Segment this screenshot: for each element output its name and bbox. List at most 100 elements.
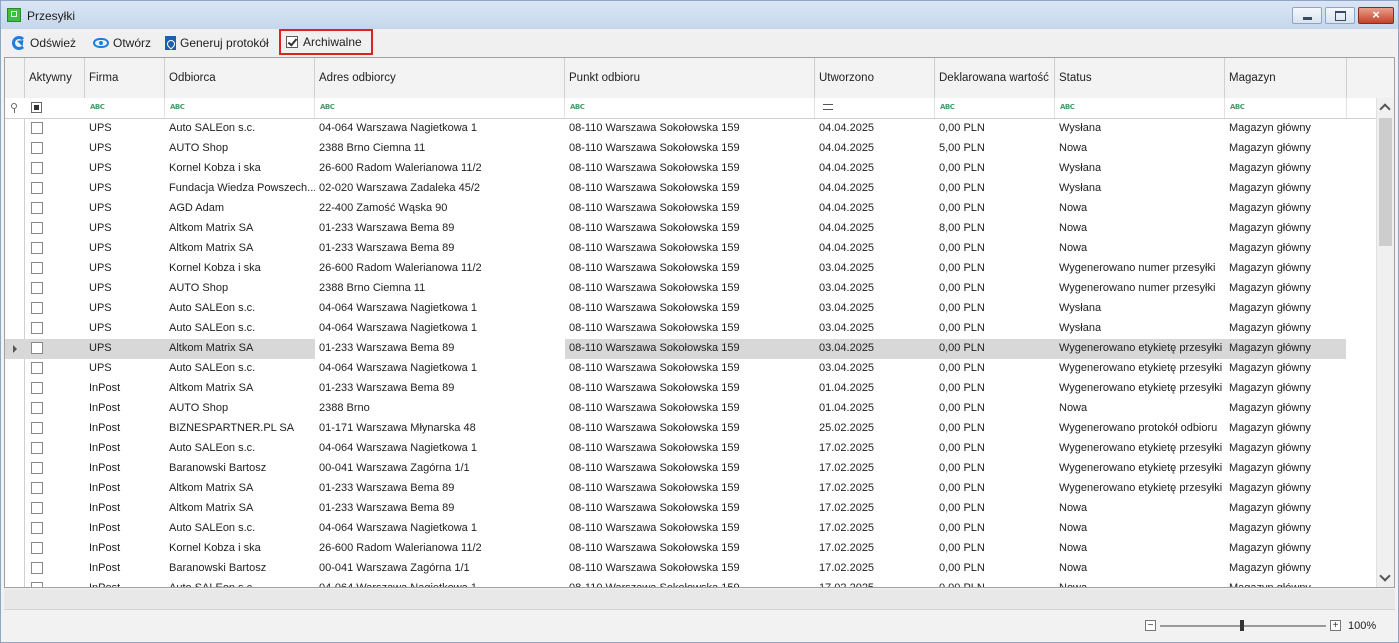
active-checkbox[interactable] (31, 382, 43, 394)
table-row[interactable]: UPS Fundacja Wiedza Powszech... 02-020 War… (5, 179, 1346, 199)
row-indicator-arrow-icon[interactable] (5, 339, 25, 359)
cell-punkt-odbioru[interactable]: 08-110 Warszawa Sokołowska 159 (565, 219, 815, 239)
row-indicator[interactable] (5, 359, 25, 379)
cell-status[interactable]: Wysłana (1055, 299, 1225, 319)
cell-adres-odbiorcy[interactable]: 2388 Brno (315, 399, 565, 419)
cell-deklarowana-wartosc[interactable]: 0,00 PLN (935, 259, 1055, 279)
cell-adres-odbiorcy[interactable]: 04-064 Warszawa Nagietkowa 1 (315, 359, 565, 379)
cell-odbiorca[interactable]: AGD Adam (165, 199, 315, 219)
filter-odbiorca[interactable]: ABC (165, 98, 315, 118)
row-indicator[interactable] (5, 479, 25, 499)
column-header-utworzono[interactable]: Utworzono (815, 58, 935, 98)
row-indicator[interactable] (5, 259, 25, 279)
cell-utworzono[interactable]: 01.04.2025 (815, 379, 935, 399)
active-checkbox[interactable] (31, 442, 43, 454)
pin-icon[interactable] (11, 103, 17, 113)
cell-status[interactable]: Wygenerowano numer przesyłki (1055, 279, 1225, 299)
active-checkbox[interactable] (31, 322, 43, 334)
cell-utworzono[interactable]: 17.02.2025 (815, 479, 935, 499)
cell-punkt-odbioru[interactable]: 08-110 Warszawa Sokołowska 159 (565, 559, 815, 579)
active-checkbox[interactable] (31, 162, 43, 174)
row-indicator[interactable] (5, 199, 25, 219)
cell-status[interactable]: Wygenerowano etykietę przesyłki (1055, 439, 1225, 459)
active-checkbox[interactable] (31, 222, 43, 234)
cell-firma[interactable]: UPS (85, 279, 165, 299)
column-header-adres-odbiorcy[interactable]: Adres odbiorcy (315, 58, 565, 98)
table-row[interactable]: UPS Altkom Matrix SA 01-233 Warszawa Bema … (5, 239, 1346, 259)
cell-firma[interactable]: InPost (85, 439, 165, 459)
scrollbar-thumb[interactable] (1379, 118, 1392, 246)
cell-deklarowana-wartosc[interactable]: 0,00 PLN (935, 179, 1055, 199)
table-row[interactable]: InPost Baranowski Bartosz 00-041 Warszawa … (5, 559, 1346, 579)
table-row[interactable]: InPost BIZNESPARTNER.PL SA 01-171 Warszawa… (5, 419, 1346, 439)
cell-punkt-odbioru[interactable]: 08-110 Warszawa Sokołowska 159 (565, 199, 815, 219)
row-indicator[interactable] (5, 579, 25, 587)
cell-utworzono[interactable]: 17.02.2025 (815, 559, 935, 579)
row-indicator[interactable] (5, 559, 25, 579)
cell-firma[interactable]: UPS (85, 219, 165, 239)
cell-firma[interactable]: UPS (85, 299, 165, 319)
cell-utworzono[interactable]: 04.04.2025 (815, 119, 935, 139)
cell-magazyn[interactable]: Magazyn główny (1225, 159, 1347, 179)
cell-firma[interactable]: UPS (85, 139, 165, 159)
cell-deklarowana-wartosc[interactable]: 0,00 PLN (935, 499, 1055, 519)
cell-punkt-odbioru[interactable]: 08-110 Warszawa Sokołowska 159 (565, 419, 815, 439)
cell-firma[interactable]: InPost (85, 559, 165, 579)
row-indicator[interactable] (5, 239, 25, 259)
cell-deklarowana-wartosc[interactable]: 0,00 PLN (935, 199, 1055, 219)
cell-punkt-odbioru[interactable]: 08-110 Warszawa Sokołowska 159 (565, 179, 815, 199)
cell-firma[interactable]: UPS (85, 359, 165, 379)
cell-status[interactable]: Nowa (1055, 239, 1225, 259)
close-button[interactable]: × (1358, 7, 1394, 24)
cell-utworzono[interactable]: 17.02.2025 (815, 539, 935, 559)
cell-deklarowana-wartosc[interactable]: 0,00 PLN (935, 559, 1055, 579)
cell-utworzono[interactable]: 04.04.2025 (815, 139, 935, 159)
minimize-button[interactable] (1292, 7, 1322, 24)
cell-magazyn[interactable]: Magazyn główny (1225, 379, 1347, 399)
cell-odbiorca[interactable]: Altkom Matrix SA (165, 379, 315, 399)
cell-utworzono[interactable]: 01.04.2025 (815, 399, 935, 419)
table-row[interactable]: InPost Altkom Matrix SA 01-233 Warszawa Be… (5, 499, 1346, 519)
cell-odbiorca[interactable]: Auto SALEon s.c. (165, 579, 315, 587)
cell-firma[interactable]: UPS (85, 159, 165, 179)
cell-punkt-odbioru[interactable]: 08-110 Warszawa Sokołowska 159 (565, 319, 815, 339)
cell-utworzono[interactable]: 03.04.2025 (815, 259, 935, 279)
cell-punkt-odbioru[interactable]: 08-110 Warszawa Sokołowska 159 (565, 159, 815, 179)
table-row[interactable]: UPS Altkom Matrix SA 01-233 Warszawa Bema … (5, 219, 1346, 239)
cell-deklarowana-wartosc[interactable]: 0,00 PLN (935, 579, 1055, 587)
row-indicator[interactable] (5, 219, 25, 239)
table-row[interactable]: UPS Altkom Matrix SA 01-233 Warszawa Bema … (5, 339, 1346, 359)
cell-magazyn[interactable]: Magazyn główny (1225, 439, 1347, 459)
cell-deklarowana-wartosc[interactable]: 0,00 PLN (935, 439, 1055, 459)
cell-status[interactable]: Wygenerowano etykietę przesyłki (1055, 459, 1225, 479)
active-checkbox[interactable] (31, 242, 43, 254)
cell-utworzono[interactable]: 17.02.2025 (815, 499, 935, 519)
cell-deklarowana-wartosc[interactable]: 0,00 PLN (935, 299, 1055, 319)
cell-odbiorca[interactable]: Auto SALEon s.c. (165, 319, 315, 339)
row-indicator[interactable] (5, 379, 25, 399)
column-header-firma[interactable]: Firma (85, 58, 165, 98)
cell-utworzono[interactable]: 04.04.2025 (815, 179, 935, 199)
row-indicator[interactable] (5, 419, 25, 439)
cell-adres-odbiorcy[interactable]: 02-020 Warszawa Zadaleka 45/2 (315, 179, 565, 199)
table-row[interactable]: UPS Kornel Kobza i ska 26-600 Radom Waleri… (5, 259, 1346, 279)
cell-magazyn[interactable]: Magazyn główny (1225, 299, 1347, 319)
maximize-button[interactable] (1325, 7, 1355, 24)
filter-deklarowana-wartosc[interactable]: ABC (935, 98, 1055, 118)
open-button[interactable]: Otwórz (93, 33, 151, 53)
row-indicator[interactable] (5, 399, 25, 419)
active-checkbox[interactable] (31, 142, 43, 154)
cell-firma[interactable]: UPS (85, 179, 165, 199)
cell-punkt-odbioru[interactable]: 08-110 Warszawa Sokołowska 159 (565, 259, 815, 279)
row-indicator[interactable] (5, 159, 25, 179)
cell-punkt-odbioru[interactable]: 08-110 Warszawa Sokołowska 159 (565, 139, 815, 159)
refresh-button[interactable]: Odśwież (12, 33, 76, 53)
cell-adres-odbiorcy[interactable]: 26-600 Radom Walerianowa 11/2 (315, 159, 565, 179)
active-checkbox[interactable] (31, 302, 43, 314)
cell-utworzono[interactable]: 03.04.2025 (815, 339, 935, 359)
cell-status[interactable]: Nowa (1055, 499, 1225, 519)
cell-firma[interactable]: InPost (85, 499, 165, 519)
active-checkbox[interactable] (31, 522, 43, 534)
cell-magazyn[interactable]: Magazyn główny (1225, 199, 1347, 219)
table-row[interactable]: InPost AUTO Shop 2388 Brno 08-110 Warszawa … (5, 399, 1346, 419)
